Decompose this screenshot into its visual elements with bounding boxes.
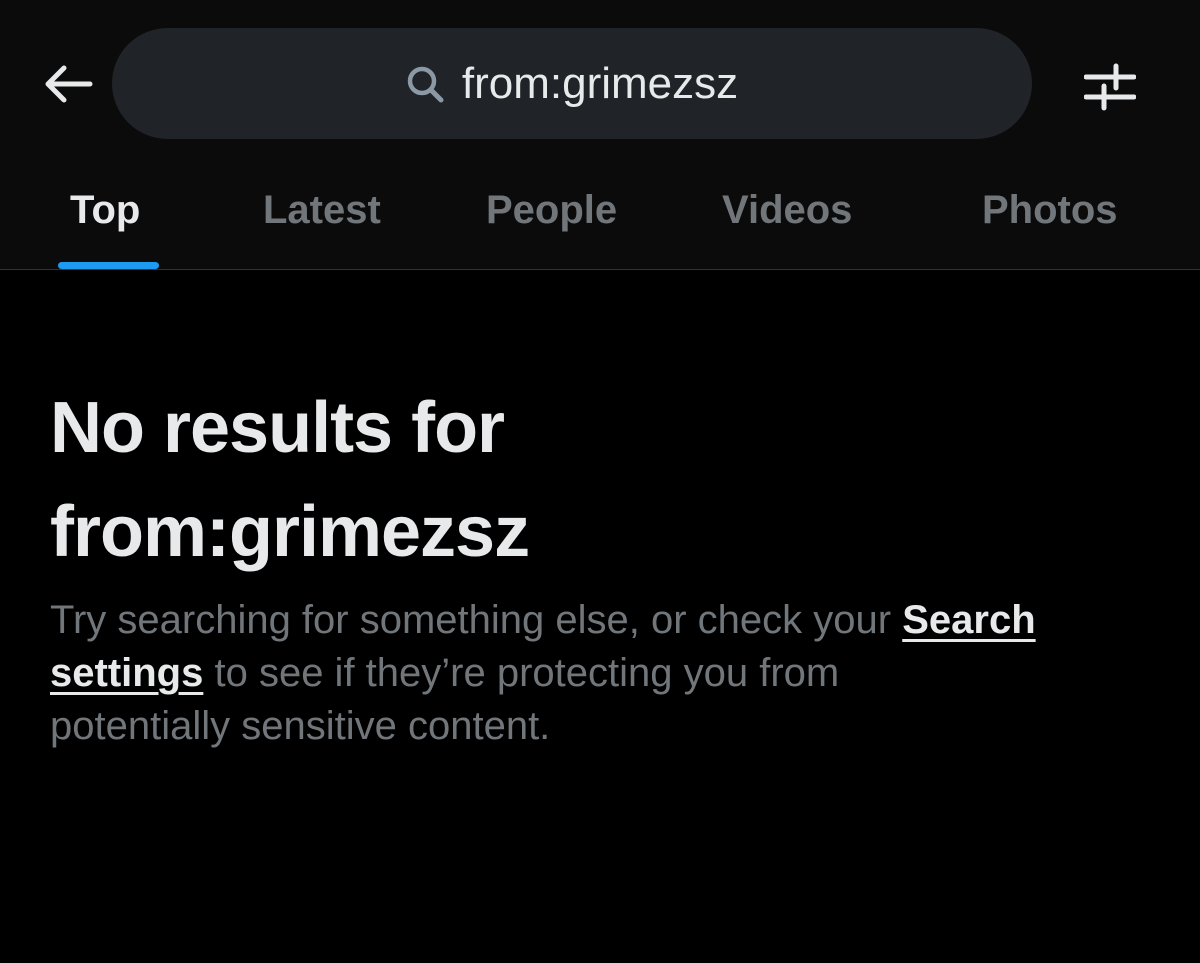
search-filter-button[interactable] <box>1080 56 1140 116</box>
message-line-1: Try searching for something else, or che… <box>50 594 1160 647</box>
tab-latest[interactable]: Latest <box>263 180 381 240</box>
arrow-left-icon <box>45 65 93 103</box>
search-input[interactable]: from:grimezsz <box>112 28 1032 139</box>
no-results-title-line: No results for <box>50 388 505 468</box>
tab-photos[interactable]: Photos <box>982 180 1118 240</box>
search-header: from:grimezsz Top Latest People Videos P… <box>0 0 1200 269</box>
message-text: to see if they’re protecting you from <box>203 651 840 695</box>
no-results-query: from:grimezsz <box>50 492 530 572</box>
search-query: from:grimezsz <box>461 58 739 108</box>
tab-top[interactable]: Top <box>70 180 140 240</box>
search-settings-link[interactable]: Search <box>902 598 1035 642</box>
tab-videos[interactable]: Videos <box>722 180 852 240</box>
back-button[interactable] <box>36 56 100 112</box>
tab-people[interactable]: People <box>486 180 617 240</box>
active-tab-indicator <box>58 262 159 269</box>
sliders-icon <box>1084 63 1136 111</box>
message-text: Try searching for something else, or che… <box>50 598 903 642</box>
message-line-3: potentially sensitive content. <box>50 704 551 748</box>
header-divider <box>0 269 1200 270</box>
no-results-message: Try searching for something else, or che… <box>50 594 1160 753</box>
search-icon <box>406 64 446 104</box>
search-settings-link[interactable]: settings <box>50 651 203 695</box>
message-line-2: settings to see if they’re protecting yo… <box>50 647 1160 700</box>
no-results-title: No results for from:grimezsz <box>50 376 1150 584</box>
